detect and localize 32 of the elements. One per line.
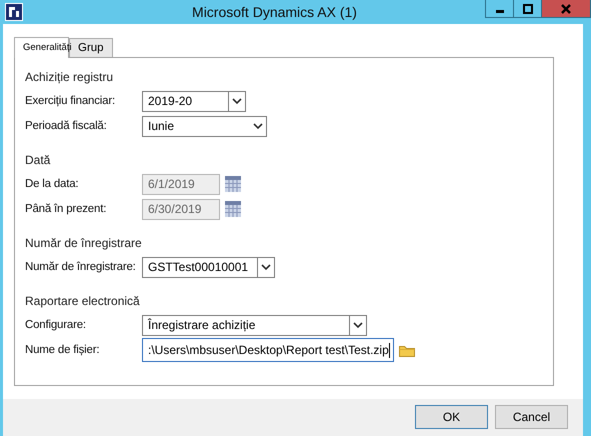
field-label: Număr de înregistrare: — [25, 261, 137, 274]
dropdown[interactable]: Iunie — [142, 116, 267, 137]
combo-box[interactable]: 2019-20 — [142, 90, 246, 112]
section-title: Număr de înregistrare — [25, 236, 143, 250]
combo-box[interactable]: Înregistrare achiziție — [142, 314, 367, 336]
section-title: Raportare electronică — [25, 294, 141, 308]
caret-icon — [261, 264, 271, 271]
app-icon — [5, 2, 23, 21]
calendar-icon[interactable] — [225, 176, 241, 192]
file-path-field[interactable]: :\Users\mbsuser\Desktop\Report test\Test.zip — [142, 338, 394, 362]
caret-icon — [353, 322, 363, 329]
minimize-button[interactable] — [485, 0, 514, 18]
minimize-icon — [496, 10, 504, 13]
caret-icon — [253, 122, 263, 130]
section-title: Achiziție registru — [25, 70, 114, 84]
maximize-icon — [522, 4, 532, 14]
field-label: De la data: — [25, 178, 80, 190]
tab[interactable]: Generalități — [14, 36, 69, 58]
field-label: Nume de fișier: — [25, 344, 100, 356]
field-label: Până în prezent: — [25, 203, 108, 216]
field-label: Perioadă fiscală: — [25, 120, 108, 132]
caret-icon — [232, 98, 242, 105]
combo-box[interactable]: GSTTest00010001 — [142, 256, 275, 278]
calendar-icon[interactable] — [225, 201, 241, 218]
cancel-button[interactable]: Cancel — [495, 405, 568, 430]
ok-button[interactable]: OK — [415, 405, 488, 430]
window-title: Microsoft Dynamics AX (1) — [191, 4, 358, 20]
field-label: Exercițiu financiar: — [25, 95, 116, 108]
field-label: Configurare: — [25, 319, 87, 332]
section-title: Dată — [25, 152, 52, 167]
close-button[interactable] — [541, 0, 591, 18]
close-icon — [560, 4, 572, 14]
